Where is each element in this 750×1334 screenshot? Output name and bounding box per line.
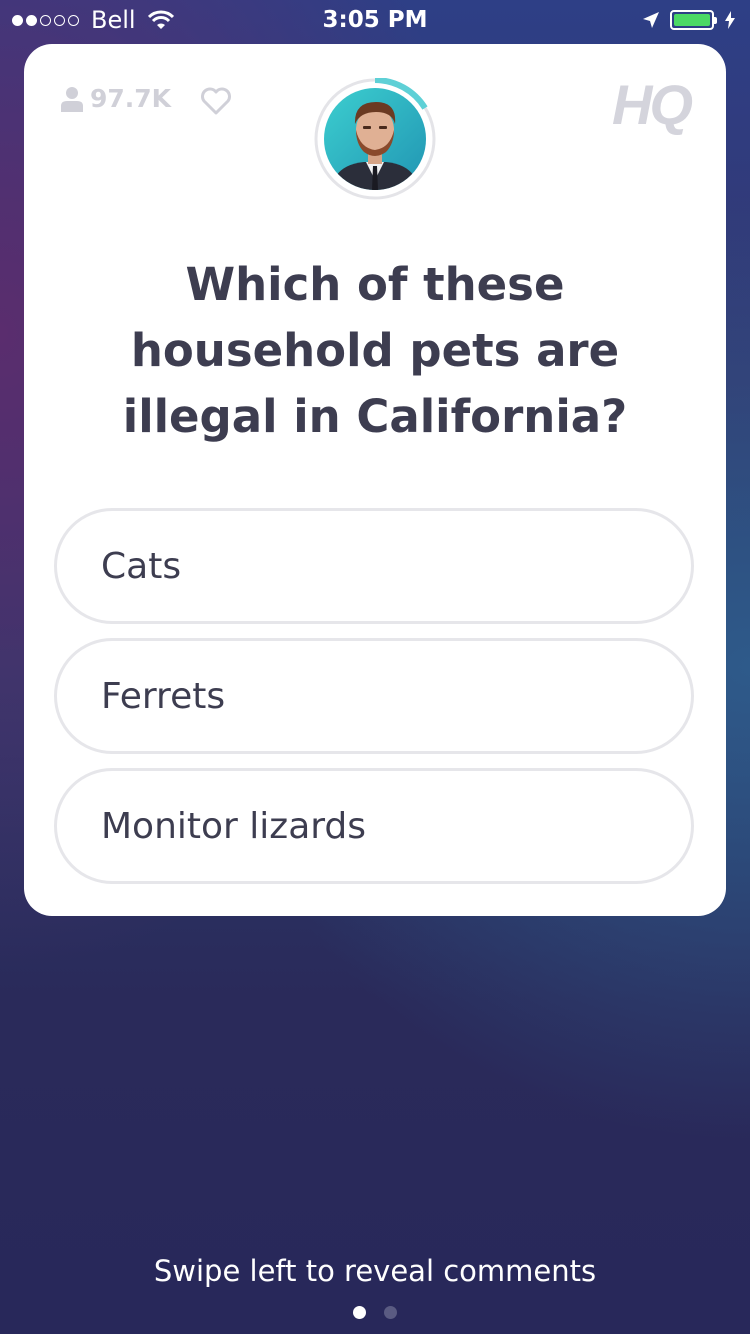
question-text: Which of these household pets are illega… — [122, 258, 628, 443]
status-bar: Bell 3:05 PM — [0, 0, 750, 40]
answer-option-label: Monitor lizards — [101, 805, 367, 847]
status-time: 3:05 PM — [322, 7, 428, 33]
swipe-hint: Swipe left to reveal comments — [153, 1254, 597, 1288]
person-icon — [61, 86, 83, 112]
viewer-count: 97.7K — [60, 84, 171, 113]
page-dot[interactable] — [384, 1306, 397, 1319]
page-dot-active[interactable] — [353, 1306, 366, 1319]
answer-option-label: Ferrets — [101, 675, 226, 717]
page-indicator[interactable] — [0, 1306, 750, 1319]
heart-icon[interactable] — [200, 87, 232, 115]
answer-option-ferrets[interactable]: Ferrets — [54, 638, 694, 754]
battery-fill — [674, 14, 710, 26]
viewer-count-label: 97.7K — [90, 84, 172, 113]
question-card: 97.7K HQ Which of these household pets a… — [24, 44, 726, 916]
battery-icon — [670, 10, 717, 30]
hq-logo: HQ — [612, 73, 693, 136]
host-avatar — [314, 78, 436, 200]
answer-option-cats[interactable]: Cats — [54, 508, 694, 624]
answer-option-label: Cats — [101, 545, 182, 587]
answer-option-monitor-lizards[interactable]: Monitor lizards — [54, 768, 694, 884]
